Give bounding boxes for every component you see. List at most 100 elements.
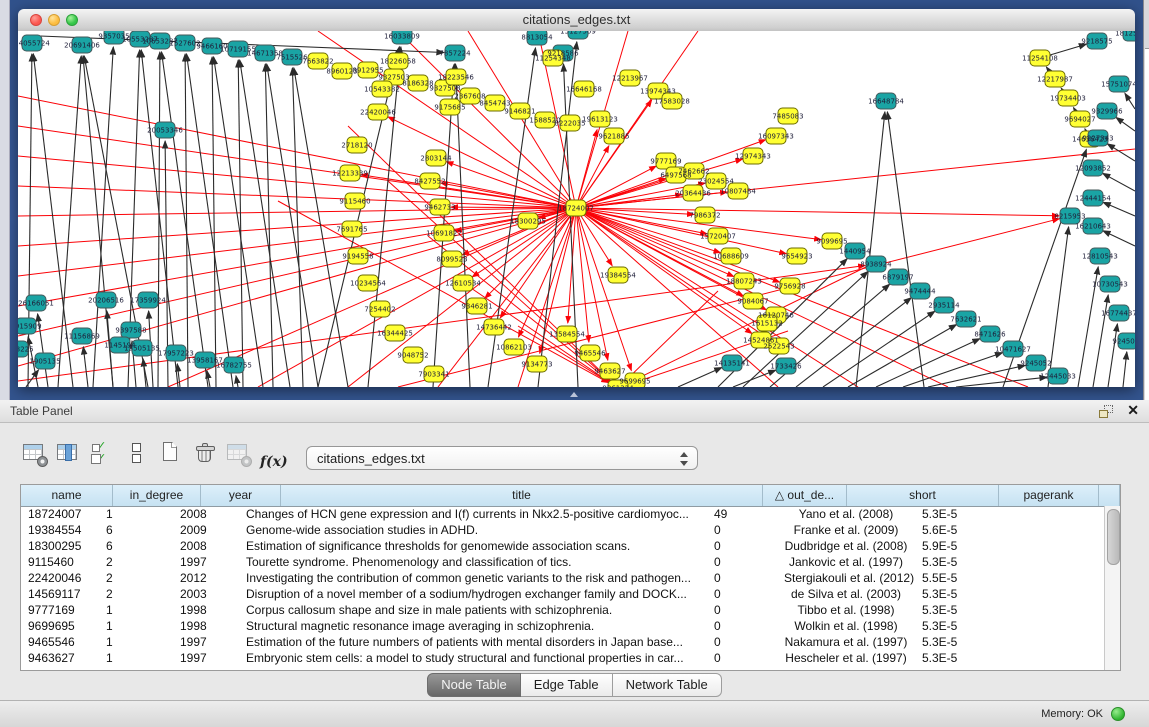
- column-header-year[interactable]: year: [201, 485, 281, 506]
- table-cell[interactable]: 2003: [173, 586, 239, 602]
- table-cell[interactable]: 0: [707, 602, 777, 618]
- table-cell[interactable]: 2008: [173, 538, 239, 554]
- table-cell[interactable]: 9465546: [21, 634, 99, 650]
- table-cell[interactable]: 0: [707, 554, 777, 570]
- table-row[interactable]: 977716911998Corpus callosum shape and si…: [21, 602, 1104, 618]
- tab-node-table[interactable]: Node Table: [427, 673, 521, 697]
- column-header-in_degree[interactable]: in_degree: [113, 485, 201, 506]
- table-row[interactable]: 969969511998Structural magnetic resonanc…: [21, 618, 1104, 634]
- column-header-pagerank[interactable]: pagerank: [999, 485, 1099, 506]
- table-cell[interactable]: 2008: [173, 506, 239, 522]
- table-cell[interactable]: 18300295: [21, 538, 99, 554]
- table-cell[interactable]: 1997: [173, 650, 239, 666]
- table-row[interactable]: 946362711997Embryonic stem cells: a mode…: [21, 650, 1104, 666]
- table-cell[interactable]: Tibbo et al. (1998): [777, 602, 915, 618]
- table-cell[interactable]: 0: [707, 618, 777, 634]
- table-cell[interactable]: 5.3E-5: [915, 554, 1001, 570]
- table-cell[interactable]: Stergiakouli et al. (2012): [777, 570, 915, 586]
- table-cell[interactable]: 14569117: [21, 586, 99, 602]
- table-cell[interactable]: 1: [99, 506, 173, 522]
- table-cell[interactable]: 49: [707, 506, 777, 522]
- table-cell[interactable]: 5.9E-5: [915, 538, 1001, 554]
- table-row[interactable]: 1872400712008Changes of HCN gene express…: [21, 506, 1104, 522]
- table-cell[interactable]: Corpus callosum shape and size in male p…: [239, 602, 707, 618]
- table-cell[interactable]: 6: [99, 522, 173, 538]
- split-drag-handle[interactable]: [567, 390, 581, 398]
- select-columns-icon[interactable]: [90, 441, 116, 466]
- table-cell[interactable]: 19384554: [21, 522, 99, 538]
- table-cell[interactable]: 6: [99, 538, 173, 554]
- column-header-title[interactable]: title: [281, 485, 763, 506]
- table-cell[interactable]: 0: [707, 570, 777, 586]
- close-panel-icon[interactable]: ✕: [1127, 402, 1139, 419]
- column-header-out_de[interactable]: △ out_de...: [763, 485, 847, 506]
- table-cell[interactable]: Yano et al. (2008): [777, 506, 915, 522]
- table-cell[interactable]: 9777169: [21, 602, 99, 618]
- network-canvas[interactable]: 1405572420691406935703510553287106532871…: [18, 31, 1135, 387]
- tab-network-table[interactable]: Network Table: [613, 673, 722, 697]
- show-column-icon[interactable]: [56, 441, 82, 466]
- table-cell[interactable]: 5.3E-5: [915, 618, 1001, 634]
- table-cell[interactable]: 2: [99, 554, 173, 570]
- table-cell[interactable]: Estimation of the future numbers of pati…: [239, 634, 707, 650]
- table-cell[interactable]: Franke et al. (2009): [777, 522, 915, 538]
- table-settings-icon[interactable]: [22, 441, 48, 466]
- table-cell[interactable]: 22420046: [21, 570, 99, 586]
- function-icon[interactable]: f(x): [260, 450, 290, 475]
- table-cell[interactable]: 2012: [173, 570, 239, 586]
- table-cell[interactable]: Estimation of significance thresholds fo…: [239, 538, 707, 554]
- table-cell[interactable]: 1: [99, 650, 173, 666]
- table-cell[interactable]: Structural magnetic resonance image aver…: [239, 618, 707, 634]
- table-row[interactable]: 1938455462009Genome-wide association stu…: [21, 522, 1104, 538]
- table-cell[interactable]: 1998: [173, 602, 239, 618]
- table-row[interactable]: 1456911722003Disruption of a novel membe…: [21, 586, 1104, 602]
- table-cell[interactable]: 5.5E-5: [915, 570, 1001, 586]
- table-cell[interactable]: 9699695: [21, 618, 99, 634]
- table-cell[interactable]: Jankovic et al. (1997): [777, 554, 915, 570]
- table-cell[interactable]: 1997: [173, 554, 239, 570]
- network-window-titlebar[interactable]: citations_edges.txt: [18, 9, 1135, 32]
- table-cell[interactable]: 2: [99, 586, 173, 602]
- table-scrollbar[interactable]: [1104, 506, 1120, 670]
- table-cell[interactable]: 5.6E-5: [915, 522, 1001, 538]
- table-cell[interactable]: Dudbridge et al. (2008): [777, 538, 915, 554]
- column-header-name[interactable]: name: [21, 485, 113, 506]
- float-panel-icon[interactable]: [1099, 405, 1113, 418]
- table-cell[interactable]: 1: [99, 634, 173, 650]
- table-cell[interactable]: Disruption of a novel member of a sodium…: [239, 586, 707, 602]
- table-cell[interactable]: 0: [707, 538, 777, 554]
- network-graph[interactable]: 1405572420691406935703510553287106532871…: [18, 31, 1135, 387]
- table-cell[interactable]: Investigating the contribution of common…: [239, 570, 707, 586]
- table-row[interactable]: 946554611997Estimation of the future num…: [21, 634, 1104, 650]
- table-cell[interactable]: 5.3E-5: [915, 634, 1001, 650]
- table-cell[interactable]: 5.3E-5: [915, 586, 1001, 602]
- table-cell[interactable]: de Silva et al. (2003): [777, 586, 915, 602]
- table-cell[interactable]: 5.3E-5: [915, 506, 1001, 522]
- row-height-icon[interactable]: [124, 441, 150, 466]
- table-cell[interactable]: Hescheler et al. (1997): [777, 650, 915, 666]
- new-file-icon[interactable]: [158, 441, 184, 466]
- table-cell[interactable]: 18724007: [21, 506, 99, 522]
- trash-icon[interactable]: [192, 441, 218, 466]
- column-header-short[interactable]: short: [847, 485, 999, 506]
- scrollbar-thumb[interactable]: [1107, 509, 1120, 565]
- table-cell[interactable]: 0: [707, 586, 777, 602]
- table-row[interactable]: 911546021997Tourette syndrome. Phenomeno…: [21, 554, 1104, 570]
- table-cell[interactable]: 2: [99, 570, 173, 586]
- table-selector-dropdown[interactable]: citations_edges.txt: [306, 446, 698, 470]
- table-cell[interactable]: Tourette syndrome. Phenomenology and cla…: [239, 554, 707, 570]
- table-cell[interactable]: Genome-wide association studies in ADHD.: [239, 522, 707, 538]
- table-cell[interactable]: 9463627: [21, 650, 99, 666]
- table-cell[interactable]: 0: [707, 650, 777, 666]
- table-cell[interactable]: 1: [99, 602, 173, 618]
- table-cell[interactable]: 1997: [173, 634, 239, 650]
- table-cell[interactable]: 5.3E-5: [915, 602, 1001, 618]
- table-cell[interactable]: 1: [99, 618, 173, 634]
- table-cell[interactable]: 9115460: [21, 554, 99, 570]
- table-cell[interactable]: 0: [707, 522, 777, 538]
- table-row[interactable]: 2242004622012Investigating the contribut…: [21, 570, 1104, 586]
- table-cell[interactable]: 1998: [173, 618, 239, 634]
- table-cell[interactable]: 0: [707, 634, 777, 650]
- table-cell[interactable]: 5.3E-5: [915, 650, 1001, 666]
- table-row[interactable]: 1830029562008Estimation of significance …: [21, 538, 1104, 554]
